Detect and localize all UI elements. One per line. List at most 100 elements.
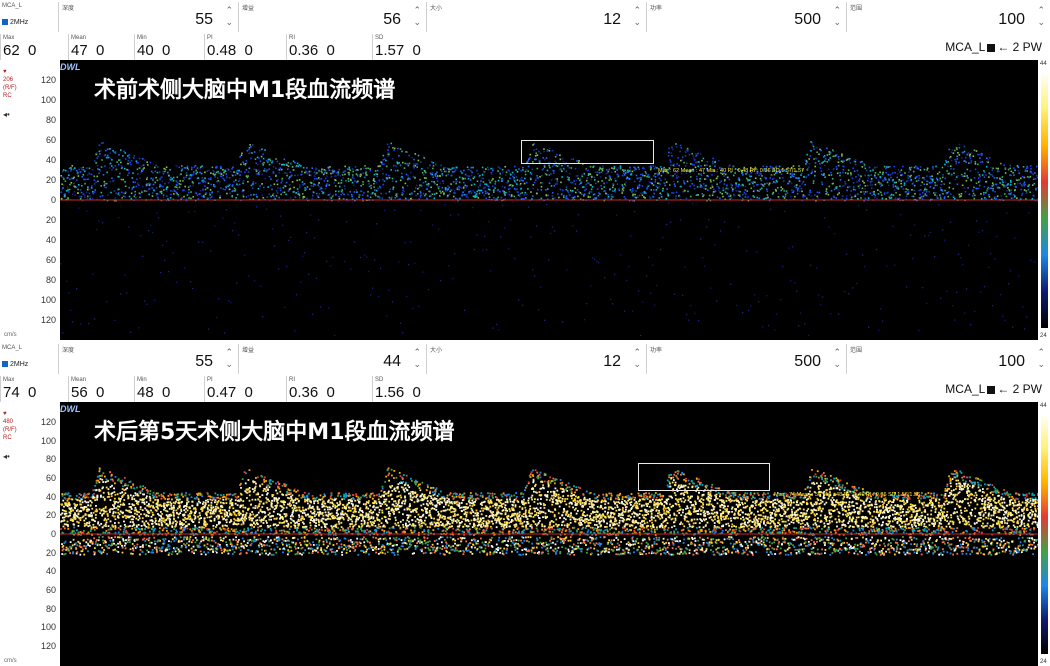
- param-value[interactable]: 44: [383, 353, 401, 371]
- probe-square-icon: [987, 385, 996, 394]
- measurement-value: 1.56 0: [375, 384, 421, 401]
- param-4: 范围 100 ⌃ ⌄: [846, 344, 1050, 374]
- axis-unit: cm/s: [4, 658, 17, 664]
- stepper-icon[interactable]: ⌃ ⌄: [1037, 346, 1045, 370]
- scale-top-label: 44: [1040, 403, 1047, 409]
- param-label: 深度: [62, 6, 75, 12]
- param-value[interactable]: 100: [998, 11, 1025, 29]
- measurement-4: RI 0.36 0: [286, 34, 373, 60]
- param-label: 增益: [242, 6, 255, 12]
- axis-tick-label: 100: [40, 435, 56, 446]
- axis-tick-label: 80: [45, 275, 56, 285]
- param-label: 范围: [850, 348, 863, 354]
- param-value[interactable]: 500: [794, 353, 821, 371]
- stepper-icon[interactable]: ⌃ ⌄: [633, 346, 641, 370]
- mode-suffix: 2 PW: [1012, 382, 1042, 396]
- power-value: 206: [3, 77, 14, 83]
- stepper-icon[interactable]: ⌃ ⌄: [225, 4, 233, 28]
- measurement-label: PI: [207, 377, 213, 383]
- measurement-label: Min: [137, 377, 147, 383]
- param-value[interactable]: 100: [998, 353, 1025, 371]
- measurement-number: 0.48: [207, 42, 237, 59]
- param-label: 增益: [242, 348, 255, 354]
- left-status-bar: ♥ 206 (R/F) RC ◂•: [0, 60, 24, 340]
- mode-indicator: MCA_L ← 2 PW: [945, 382, 1042, 396]
- measurement-number: 48: [137, 384, 154, 401]
- power-rc: RC: [3, 435, 12, 441]
- stepper-icon[interactable]: ⌃ ⌄: [833, 346, 841, 370]
- axis-tick-label: 80: [45, 454, 56, 465]
- doppler-spectrum[interactable]: DWL 术前术侧大脑中M1段血流频谱 Max : 62 Mean : 47 Min …: [60, 60, 1038, 340]
- axis-tick-label: 100: [40, 295, 56, 305]
- axis-tick-label: 20: [45, 215, 56, 225]
- measurement-label: SD: [375, 35, 384, 41]
- speaker-icon[interactable]: ◂•: [3, 110, 10, 119]
- measurement-value: 1.57 0: [375, 42, 421, 59]
- probe-selector[interactable]: MCA_L 2MHz: [0, 2, 58, 32]
- measurement-number: 0.36: [289, 384, 319, 401]
- param-value[interactable]: 500: [794, 11, 821, 29]
- measurement-sub: 0: [28, 42, 37, 59]
- measurement-1: Mean 47 0: [68, 34, 135, 60]
- power-mode: (R/F): [3, 85, 17, 91]
- axis-tick-label: 40: [45, 155, 56, 165]
- axis-tick-label: 40: [45, 491, 56, 502]
- axis-tick-label: 60: [45, 473, 56, 483]
- left-status-bar: ♥ 480 (R/F) RC ◂•: [0, 402, 24, 666]
- param-value[interactable]: 12: [603, 11, 621, 29]
- measurement-box[interactable]: [638, 463, 770, 491]
- axis-tick-label: 0: [50, 529, 56, 539]
- stepper-icon[interactable]: ⌃ ⌄: [833, 4, 841, 28]
- stepper-icon[interactable]: ⌃ ⌄: [413, 346, 421, 370]
- param-3: 功率 500 ⌃ ⌄: [646, 2, 847, 32]
- measurement-label: Min: [137, 35, 147, 41]
- measurement-value: 47 0: [71, 42, 104, 59]
- measurement-box[interactable]: [521, 140, 654, 164]
- probe-frequency: 2MHz: [2, 19, 28, 26]
- measurement-sub: 0: [412, 42, 421, 59]
- measurement-sub: 0: [162, 42, 171, 59]
- axis-tick-label: 0: [50, 195, 56, 205]
- stepper-icon[interactable]: ⌃ ⌄: [633, 4, 641, 28]
- probe-name: MCA_L: [2, 345, 23, 351]
- doppler-spectrum[interactable]: DWL 术后第5天术侧大脑中M1段血流频谱 Max : 74 Mean : 56 M…: [60, 402, 1038, 666]
- measurement-label: Max: [3, 35, 15, 41]
- measurement-label: Max: [3, 377, 15, 383]
- probe-square-icon: [987, 43, 996, 52]
- axis-tick-label: 120: [40, 641, 56, 651]
- param-value[interactable]: 56: [383, 11, 401, 29]
- param-value[interactable]: 55: [195, 11, 213, 29]
- stepper-icon[interactable]: ⌃ ⌄: [1037, 4, 1045, 28]
- parameter-bar: MCA_L 2MHz 深度 55 ⌃ ⌄ 增益 56 ⌃ ⌄ 大小 12 ⌃ ⌄ 功率 500 ⌃ ⌄ 范围 100 ⌃…: [0, 0, 1050, 35]
- power-icon: ♥: [3, 69, 7, 75]
- param-value[interactable]: 55: [195, 353, 213, 371]
- measurement-label: RI: [289, 377, 295, 383]
- axis-tick-label: 40: [45, 566, 56, 577]
- measurement-5: SD 1.57 0: [372, 34, 461, 60]
- axis-tick-label: 20: [45, 547, 56, 558]
- measurement-sub: 0: [244, 384, 253, 401]
- probe-selector[interactable]: MCA_L 2MHz: [0, 344, 58, 374]
- param-2: 大小 12 ⌃ ⌄: [426, 344, 647, 374]
- speaker-icon[interactable]: ◂•: [3, 452, 10, 461]
- stepper-icon[interactable]: ⌃ ⌄: [413, 4, 421, 28]
- color-scale-bar: [1041, 414, 1048, 654]
- stepper-icon[interactable]: ⌃ ⌄: [225, 346, 233, 370]
- measurement-0: Max 74 0: [0, 376, 69, 402]
- measurement-3: PI 0.47 0: [204, 376, 287, 402]
- axis-tick-label: 120: [40, 417, 56, 427]
- axis-tick-label: 60: [45, 585, 56, 595]
- param-label: 大小: [430, 348, 443, 354]
- probe-frequency-label: 2MHz: [10, 19, 29, 26]
- measurement-label: PI: [207, 35, 213, 41]
- measurement-number: 0.47: [207, 384, 237, 401]
- color-scale: 44 24: [1038, 60, 1050, 340]
- measurement-number: 40: [137, 42, 154, 59]
- probe-frequency-label: 2MHz: [10, 361, 29, 368]
- axis-tick-label: 80: [45, 115, 56, 125]
- param-label: 深度: [62, 348, 75, 354]
- measurement-number: 1.56: [375, 384, 405, 401]
- param-value[interactable]: 12: [603, 353, 621, 371]
- mode-vessel: MCA_L: [945, 40, 986, 54]
- measurement-value: 0.48 0: [207, 42, 253, 59]
